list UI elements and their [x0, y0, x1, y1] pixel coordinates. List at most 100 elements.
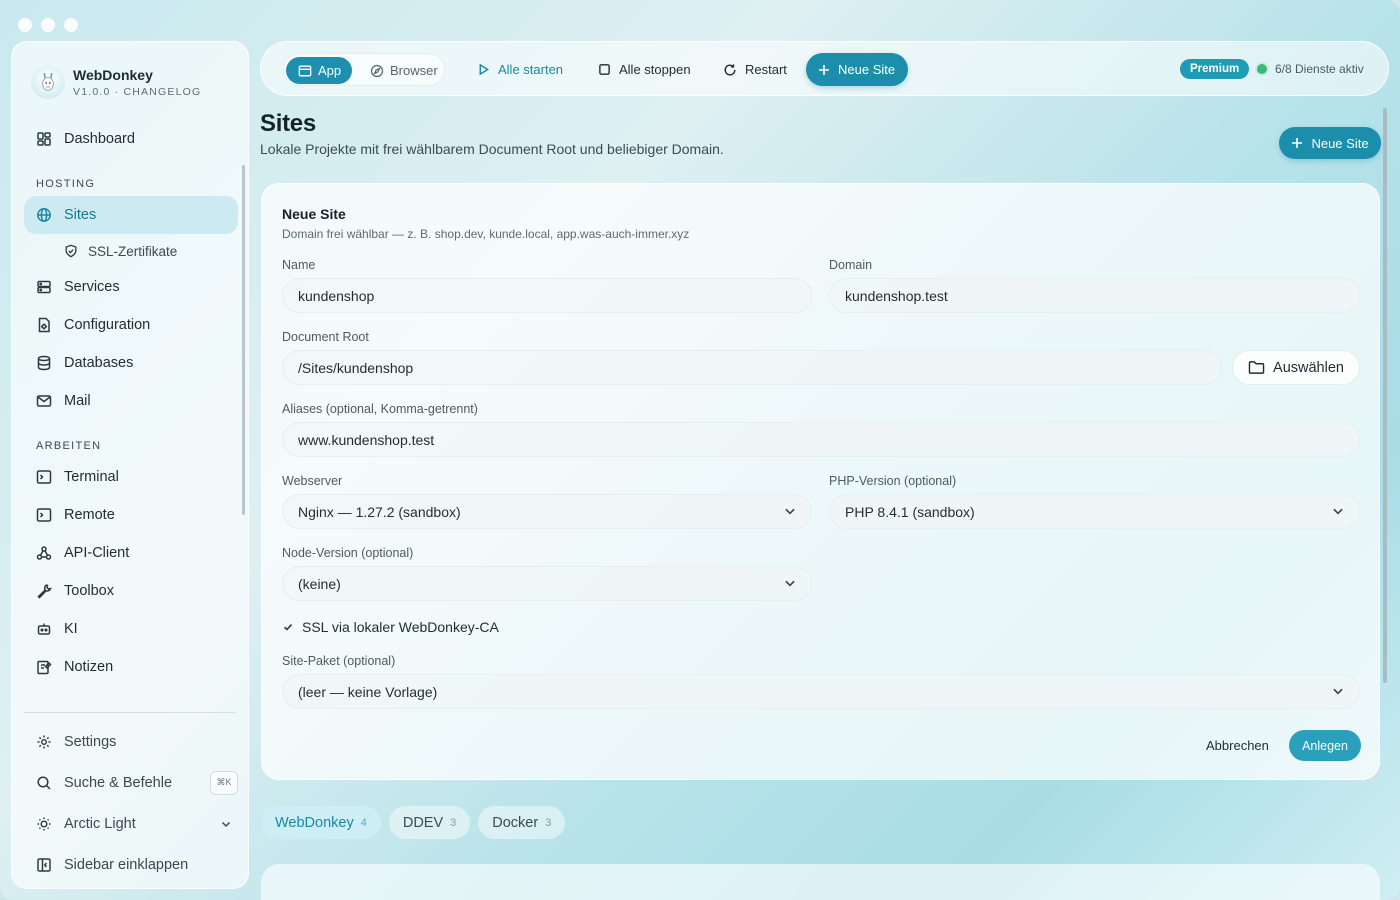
sidebar-item-configuration[interactable]: Configuration	[24, 306, 238, 344]
app-version[interactable]: V1.0.0 · CHANGELOG	[73, 86, 201, 98]
dashboard-icon	[36, 131, 52, 147]
theme-label: Arctic Light	[64, 815, 136, 832]
cancel-button[interactable]: Abbrechen	[1196, 730, 1279, 760]
sidebar-collapse-button[interactable]: Sidebar einklappen	[24, 844, 238, 885]
stop-icon	[598, 63, 611, 76]
section-hosting: HOSTING	[36, 178, 96, 190]
create-button[interactable]: Anlegen	[1289, 730, 1361, 761]
server-icon	[36, 279, 52, 295]
brand[interactable]: WebDonkey V1.0.0 · CHANGELOG	[31, 65, 201, 99]
mode-app-button[interactable]: App	[286, 57, 352, 84]
sidebar-item-search[interactable]: Suche & Befehle ⌘K	[24, 762, 238, 803]
tab-label: DDEV	[402, 814, 444, 831]
services-status-text: 6/8 Dienste aktiv	[1275, 62, 1364, 76]
folder-icon	[1248, 360, 1265, 375]
sidebar-scrollbar[interactable]	[242, 165, 245, 515]
premium-badge[interactable]: Premium	[1180, 59, 1250, 79]
sidebar-item-databases[interactable]: Databases	[24, 344, 238, 382]
chevron-down-icon	[783, 504, 797, 518]
sidebar-item-label: Sites	[64, 207, 97, 223]
bot-icon	[36, 621, 52, 637]
sidebar-item-label: Terminal	[64, 469, 119, 485]
page-title: Sites	[260, 110, 316, 137]
form-subtitle: Domain frei wählbar — z. B. shop.dev, ku…	[282, 227, 690, 241]
plus-icon	[818, 64, 830, 76]
aliases-label: Aliases (optional, Komma-getrennt)	[282, 402, 478, 416]
stop-all-button[interactable]: Alle stoppen	[586, 53, 703, 86]
minimize-window-button[interactable]	[41, 18, 55, 32]
header-new-site-button[interactable]: Neue Site	[1279, 127, 1381, 159]
sidebar-item-mail[interactable]: Mail	[24, 382, 238, 420]
sidebar-item-ki[interactable]: KI	[24, 610, 238, 648]
sidebar-item-settings[interactable]: Settings	[24, 721, 238, 762]
tab-webdonkey[interactable]: WebDonkey 4	[261, 806, 381, 839]
sidebar-item-label: Remote	[64, 507, 115, 523]
restart-button[interactable]: Restart	[711, 53, 799, 86]
webserver-select[interactable]: Nginx — 1.27.2 (sandbox)	[282, 494, 812, 529]
chevron-down-icon	[220, 818, 232, 830]
sidebar-item-toolbox[interactable]: Toolbox	[24, 572, 238, 610]
window-controls	[18, 18, 78, 32]
domain-input[interactable]: kundenshop.test	[829, 278, 1360, 313]
zoom-window-button[interactable]	[64, 18, 78, 32]
site-package-select[interactable]: (leer — keine Vorlage)	[282, 674, 1360, 709]
notes-icon	[36, 659, 52, 675]
mail-icon	[36, 393, 52, 409]
name-input[interactable]: kundenshop	[282, 278, 812, 313]
sidebar-item-remote[interactable]: Remote	[24, 496, 238, 534]
tab-docker[interactable]: Docker 3	[478, 806, 566, 839]
window-icon	[298, 64, 312, 78]
php-version-select[interactable]: PHP 8.4.1 (sandbox)	[829, 494, 1360, 529]
globe-icon	[36, 207, 52, 223]
shield-icon	[64, 244, 78, 258]
sidebar-item-sites[interactable]: Sites	[24, 196, 238, 234]
form-title: Neue Site	[282, 206, 346, 222]
sidebar-item-terminal[interactable]: Terminal	[24, 458, 238, 496]
sidebar-item-label: Sidebar einklappen	[64, 856, 189, 873]
theme-selector[interactable]: Arctic Light	[24, 803, 238, 844]
sidebar-item-label: Configuration	[64, 317, 151, 333]
aliases-input[interactable]: www.kundenshop.test	[282, 422, 1360, 457]
play-icon	[477, 63, 490, 76]
chevron-down-icon	[1331, 684, 1345, 698]
sidebar-item-label: Services	[64, 279, 120, 295]
remote-icon	[36, 507, 52, 523]
toolbar-new-site-button[interactable]: Neue Site	[806, 53, 908, 86]
sidebar-toggle-icon	[36, 857, 52, 873]
main-scrollbar[interactable]	[1383, 108, 1387, 683]
start-all-button[interactable]: Alle starten	[465, 53, 575, 86]
tab-count: 3	[545, 816, 552, 829]
config-file-icon	[36, 317, 52, 333]
node-version-select[interactable]: (keine)	[282, 566, 812, 601]
node-version-label: Node-Version (optional)	[282, 546, 414, 560]
close-window-button[interactable]	[18, 18, 32, 32]
sidebar-item-services[interactable]: Services	[24, 268, 238, 306]
tab-ddev[interactable]: DDEV 3	[388, 806, 471, 839]
site-package-label: Site-Paket (optional)	[282, 654, 396, 668]
sidebar-item-label: Suche & Befehle	[64, 774, 173, 791]
sidebar-item-label: KI	[64, 621, 78, 637]
choose-folder-label: Auswählen	[1273, 359, 1344, 376]
sidebar-item-ssl-certificates[interactable]: SSL-Zertifikate	[24, 234, 238, 268]
sun-icon	[36, 816, 52, 832]
sidebar-item-api-client[interactable]: API-Client	[24, 534, 238, 572]
sidebar-item-dashboard[interactable]: Dashboard	[24, 120, 238, 158]
sidebar-item-label: Dashboard	[64, 131, 135, 147]
tab-label: WebDonkey	[275, 814, 354, 831]
new-site-form: Neue Site Domain frei wählbar — z. B. sh…	[261, 183, 1380, 780]
webhook-icon	[36, 545, 52, 561]
wrench-icon	[36, 583, 52, 599]
compass-icon	[370, 64, 384, 78]
restart-label: Restart	[745, 62, 787, 77]
sidebar-item-label: API-Client	[64, 545, 130, 561]
docroot-input[interactable]: /Sites/kundenshop	[282, 350, 1222, 385]
sidebar-nav: Dashboard HOSTING Sites SSL-Zertifikate …	[24, 120, 238, 710]
sidebar-item-label: SSL-Zertifikate	[88, 243, 178, 259]
ssl-checkbox[interactable]: SSL via lokaler WebDonkey-CA	[282, 619, 499, 635]
choose-folder-button[interactable]: Auswählen	[1232, 350, 1360, 385]
mode-browser-button[interactable]: Browser	[358, 57, 450, 84]
sidebar-item-label: Settings	[64, 733, 117, 750]
sidebar-item-notizen[interactable]: Notizen	[24, 648, 238, 686]
database-icon	[36, 355, 52, 371]
terminal-icon	[36, 469, 52, 485]
